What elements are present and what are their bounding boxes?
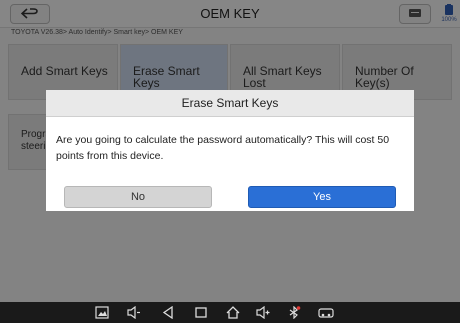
recent-apps-icon[interactable] — [194, 306, 208, 319]
vci-car-icon[interactable] — [318, 306, 334, 319]
dialog-message: Are you going to calculate the password … — [56, 134, 390, 162]
screenshot-icon[interactable] — [95, 306, 109, 319]
yes-button[interactable]: Yes — [248, 186, 396, 208]
app-window: OEM KEY 100% TOYOTA V26.38> Auto Identif… — [0, 0, 460, 302]
home-icon[interactable] — [226, 306, 240, 319]
volume-down-icon[interactable] — [127, 306, 141, 319]
no-button[interactable]: No — [64, 186, 212, 208]
bluetooth-icon[interactable] — [287, 306, 301, 319]
dialog-title: Erase Smart Keys — [46, 90, 414, 117]
back-triangle-icon[interactable] — [161, 306, 175, 319]
erase-keys-dialog: Erase Smart Keys Are you going to calcul… — [46, 90, 414, 211]
system-nav-bar — [0, 302, 460, 323]
volume-up-icon[interactable] — [256, 306, 270, 319]
